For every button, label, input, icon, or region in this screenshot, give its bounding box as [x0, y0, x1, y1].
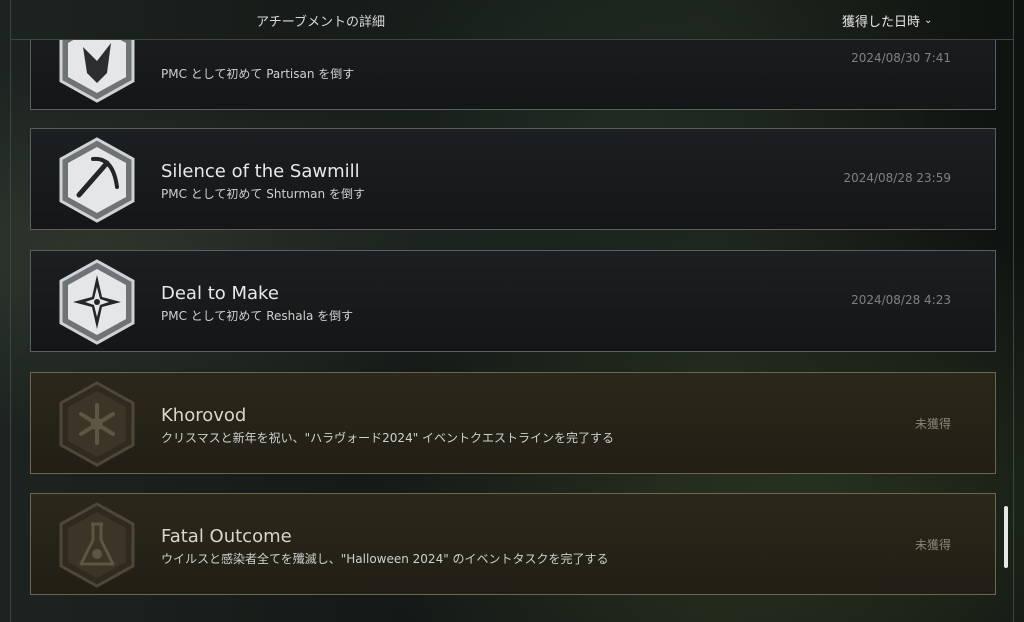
achievement-description: ウイルスと感染者全てを殲滅し、"Halloween 2024" のイベントタスク…	[161, 552, 609, 566]
snowflake-icon	[59, 381, 135, 467]
flask-skull-icon	[59, 502, 135, 588]
achievement-card[interactable]: Silence of the Sawmill PMC として初めて Shturm…	[30, 128, 996, 230]
compass-star-icon	[59, 259, 135, 345]
achievement-name: Fatal Outcome	[161, 526, 292, 547]
achievement-card[interactable]: Khorovod クリスマスと新年を祝い、"ハラヴォード2024" イベントクエ…	[30, 372, 996, 474]
achievement-description: PMC として初めて Reshala を倒す	[161, 309, 354, 323]
achievement-list[interactable]: PMC として初めて Partisan を倒す 2024/08/30 7:41 …	[0, 40, 1024, 622]
achievement-name: Silence of the Sawmill	[161, 161, 360, 182]
achievement-card[interactable]: Deal to Make PMC として初めて Reshala を倒す 2024…	[30, 250, 996, 352]
achievement-description: PMC として初めて Shturman を倒す	[161, 187, 365, 201]
scrollbar-thumb[interactable]	[1004, 506, 1008, 568]
sort-label: 獲得した日時	[842, 15, 921, 30]
achievement-description: クリスマスと新年を祝い、"ハラヴォード2024" イベントクエストラインを完了す…	[161, 431, 615, 445]
achievement-status: 未獲得	[914, 538, 951, 552]
pickaxe-icon	[59, 137, 135, 223]
header: アチーブメントの詳細 獲得した日時 ⌄	[0, 0, 1024, 40]
sort-dropdown[interactable]: 獲得した日時 ⌄	[842, 11, 932, 30]
achievement-status: 未獲得	[914, 417, 951, 431]
page-title: アチーブメントの詳細	[256, 15, 385, 30]
achievement-description: PMC として初めて Partisan を倒す	[161, 67, 355, 81]
achievement-card[interactable]: Fatal Outcome ウイルスと感染者全てを殲滅し、"Halloween …	[30, 493, 996, 595]
chevron-down-icon: ⌄	[924, 15, 933, 26]
achievement-date: 2024/08/28 4:23	[851, 293, 951, 307]
achievement-name: Deal to Make	[161, 283, 279, 304]
achievement-date: 2024/08/30 7:41	[851, 51, 951, 65]
achievement-date: 2024/08/28 23:59	[843, 171, 951, 185]
achievement-name: Khorovod	[161, 405, 247, 426]
wolf-icon	[59, 40, 135, 103]
achievement-card[interactable]: PMC として初めて Partisan を倒す 2024/08/30 7:41	[30, 40, 996, 110]
